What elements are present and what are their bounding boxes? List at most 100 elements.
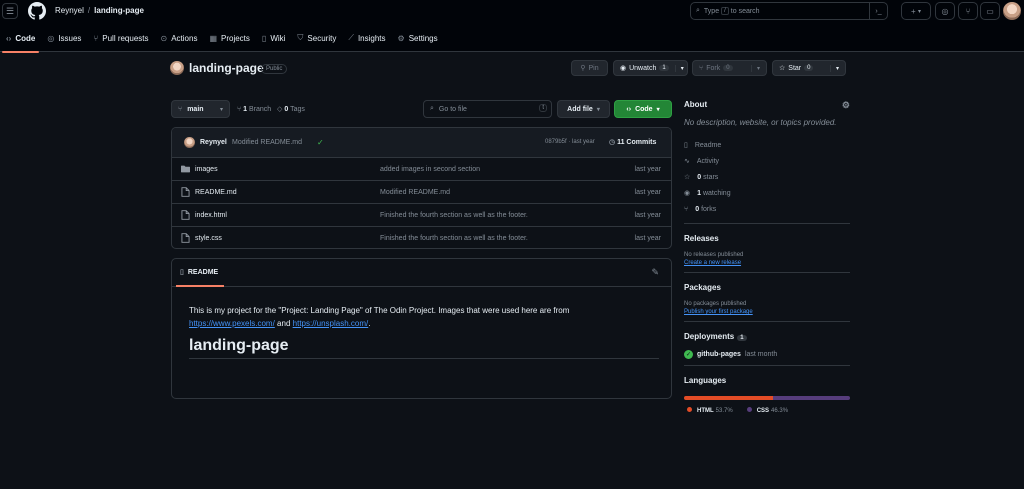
tab-security[interactable]: ⛉ Security [291,28,342,48]
table-row[interactable]: index.html Finished the fourth section a… [172,204,671,227]
readme-paragraph: This is my project for the "Project: Lan… [189,304,659,330]
pin-button[interactable]: ⚲ Pin [571,60,608,76]
pexels-link[interactable]: https://www.pexels.com/ [189,319,275,328]
tab-pull-requests[interactable]: ⑂ Pull requests [87,28,154,48]
code-button[interactable]: ‹› Code ▾ [614,100,672,118]
chevron-down-icon[interactable]: ▾ [829,64,839,72]
commit-hash[interactable]: 0879b5f · last year [545,139,595,145]
table-row[interactable]: style.css Finished the fourth section as… [172,227,671,248]
repo-name[interactable]: landing-page [189,61,264,75]
book-icon: ▯ [261,33,267,43]
eye-icon: ◉ [684,190,691,197]
branch-tag-meta: ⑂ 1 Branch ◇ 0 Tags [237,105,305,113]
breadcrumb-repo[interactable]: landing-page [94,6,144,15]
file-name[interactable]: README.md [195,189,237,196]
inbox-button[interactable]: ▭ [980,2,1000,20]
github-logo-icon[interactable] [28,2,46,20]
breadcrumb-owner[interactable]: Reynyel [55,6,84,15]
activity-link[interactable]: ∿ Activity [684,153,850,169]
go-to-file-input[interactable]: ⌕ Go to file t [423,100,552,118]
star-button[interactable]: ☆ Star 0 ▾ [772,60,846,76]
branches-count[interactable]: 1 [243,106,247,113]
menu-button[interactable]: ☰ [2,3,18,19]
file-name[interactable]: images [195,166,218,173]
pulse-icon: ∿ [684,158,690,165]
tab-settings[interactable]: ⚙ Settings [392,28,444,48]
user-avatar[interactable] [1003,2,1021,20]
play-icon: ⊙ [160,33,168,43]
branches-label[interactable]: Branch [249,106,271,113]
tab-wiki[interactable]: ▯ Wiki [256,28,292,48]
fork-button[interactable]: ⑂ Fork 0 ▾ [692,60,767,76]
commit-message[interactable]: Modified README.md [232,139,302,146]
tags-label[interactable]: Tags [290,106,305,113]
readme-tab[interactable]: ▯ README [175,268,225,287]
star-count: 0 [804,65,814,71]
check-icon[interactable]: ✓ [317,138,324,147]
tab-issues[interactable]: ◎ Issues [41,28,87,48]
publish-package-link[interactable]: Publish your first package [684,309,850,315]
commit-author-avatar[interactable] [184,137,195,148]
language-item-css[interactable]: CSS 46.3% [746,407,788,414]
chevron-down-icon[interactable]: ▾ [750,64,760,72]
tab-insights[interactable]: ⟋ Insights [342,28,391,48]
stars-link[interactable]: ☆ 0 stars [684,169,850,185]
chevron-down-icon: ▾ [917,8,921,15]
file-commit-message[interactable]: Finished the fourth section as well as t… [380,235,528,242]
file-name[interactable]: index.html [195,212,227,219]
tab-actions[interactable]: ⊙ Actions [155,28,204,48]
header-row: ☰ Reynyel / landing-page ⌕ Type / to searc… [0,0,1024,24]
branch-selector[interactable]: ⑂ main ▾ [171,100,230,118]
file-commit-message[interactable]: added images in second section [380,166,480,173]
table-row[interactable]: README.md Modified README.md last year [172,181,671,204]
tab-projects[interactable]: ▦ Projects [203,28,255,48]
packages-heading[interactable]: Packages [684,283,850,295]
tab-label: Actions [171,33,198,43]
code-icon: ‹› [6,33,12,43]
pull-requests-button[interactable]: ⑂ [958,2,978,20]
shield-icon: ⛉ [297,33,304,42]
releases-heading[interactable]: Releases [684,234,850,246]
chevron-down-icon[interactable]: ▾ [674,64,684,72]
issues-button[interactable]: ◎ [935,2,955,20]
language-item-html[interactable]: HTML 53.7% [687,407,733,414]
gear-icon[interactable]: ⚙ [842,100,850,111]
create-release-link[interactable]: Create a new release [684,260,850,266]
file-name[interactable]: style.css [195,235,222,242]
readme-link[interactable]: ▯ Readme [684,137,850,153]
forks-link[interactable]: ⑂ 0 forks [684,201,850,217]
chevron-down-icon: ▾ [219,106,223,113]
search-placeholder-end: to search [730,7,760,15]
deployments-count: 1 [737,335,747,341]
commits-link[interactable]: ◷ 11 Commits [609,138,656,146]
file-date: last year [634,166,661,173]
unsplash-link[interactable]: https://unsplash.com/ [293,319,369,328]
file-commit-message[interactable]: Finished the fourth section as well as t… [380,212,528,219]
tab-code[interactable]: ‹› Code [0,28,41,53]
fork-label: Fork [706,64,721,72]
deployments-heading[interactable]: Deployments 1 [684,332,850,344]
file-commit-message[interactable]: Modified README.md [380,189,450,196]
command-palette-icon[interactable]: ›_ [869,2,887,20]
inbox-icon: ▭ [986,6,994,16]
search-input[interactable]: ⌕ Type / to search ›_ [690,2,888,20]
tab-label: Wiki [270,33,286,43]
owner-avatar[interactable] [170,61,184,75]
stars-label: stars [703,173,719,181]
watching-link[interactable]: ◉ 1 watching [684,185,850,201]
issue-icon: ◎ [941,6,949,16]
add-file-button[interactable]: Add file ▾ [557,100,610,118]
table-row[interactable]: images added images in second section la… [172,158,671,181]
star-icon: ☆ [684,174,691,181]
tags-count[interactable]: 0 [284,106,288,113]
unwatch-button[interactable]: ◉ Unwatch 1 ▾ [613,60,688,76]
tab-label: Security [307,33,337,43]
create-new-button[interactable]: + ▾ [901,2,931,20]
commit-author[interactable]: Reynyel [200,139,227,146]
deployment-item[interactable]: ✓ github-pages last month [684,350,850,359]
readme-tab-label: README [187,268,219,276]
pencil-icon[interactable]: ✎ [651,267,659,278]
graph-icon: ⟋ [348,33,354,42]
forks-label: forks [701,205,717,213]
book-icon: ▯ [684,142,688,149]
